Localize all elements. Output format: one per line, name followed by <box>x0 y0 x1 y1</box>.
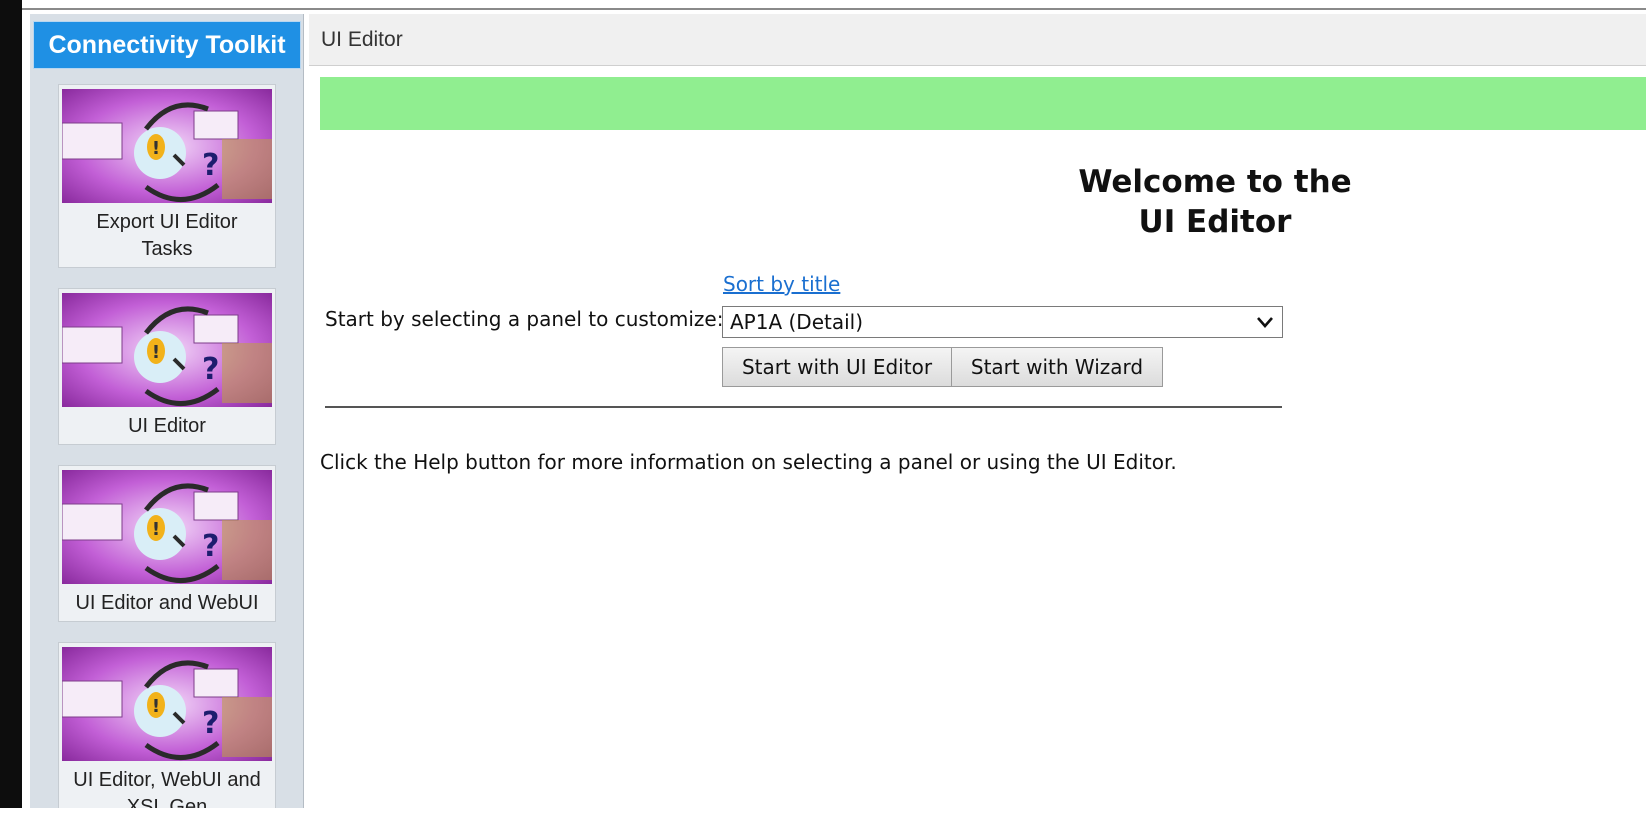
sidebar-item-label: Export UI Editor Tasks <box>96 211 238 260</box>
welcome-line-1: Welcome to the <box>1078 164 1352 200</box>
sidebar-item-label: UI Editor <box>128 415 206 437</box>
svg-text:!: ! <box>152 342 160 363</box>
sidebar: Connectivity Toolkit ! ? Export UI Edito… <box>30 14 304 808</box>
toolkit-thumbnail-icon: ! ? <box>62 89 272 203</box>
svg-text:?: ? <box>202 529 219 564</box>
panel-select-label: Start by selecting a panel to customize: <box>325 307 724 331</box>
start-with-ui-editor-button[interactable]: Start with UI Editor <box>722 347 952 387</box>
bottom-edge <box>0 808 1646 825</box>
window-top-border <box>22 8 1646 10</box>
svg-text:!: ! <box>152 519 160 540</box>
help-text: Click the Help button for more informati… <box>320 450 1177 474</box>
svg-text:?: ? <box>202 148 219 183</box>
sidebar-title: Connectivity Toolkit <box>33 21 301 69</box>
sidebar-item-ui-editor-and-webui[interactable]: ! ? UI Editor and WebUI <box>58 465 276 622</box>
sidebar-item-ui-editor[interactable]: ! ? UI Editor <box>58 288 276 445</box>
svg-text:?: ? <box>202 706 219 741</box>
toolkit-thumbnail-icon: ! ? <box>62 647 272 761</box>
divider <box>325 406 1282 408</box>
window-left-edge <box>0 0 22 825</box>
sidebar-item-export-ui-editor-tasks[interactable]: ! ? Export UI Editor Tasks <box>58 84 276 268</box>
page-title: UI Editor <box>309 14 1646 66</box>
svg-text:?: ? <box>202 352 219 387</box>
svg-text:!: ! <box>152 138 160 159</box>
sidebar-item-label: UI Editor, WebUI and XSL Gen <box>73 769 261 808</box>
panel-select-value: AP1A (Detail) <box>730 310 864 334</box>
welcome-line-2: UI Editor <box>1138 204 1292 240</box>
chevron-down-icon <box>1257 317 1273 328</box>
welcome-heading: Welcome to the UI Editor <box>960 162 1470 242</box>
toolkit-thumbnail-icon: ! ? <box>62 293 272 407</box>
sidebar-item-ui-editor-webui-xsl-gen[interactable]: ! ? UI Editor, WebUI and XSL Gen <box>58 642 276 808</box>
sort-by-title-link[interactable]: Sort by title <box>723 272 840 296</box>
start-with-wizard-button[interactable]: Start with Wizard <box>951 347 1163 387</box>
sidebar-item-label: UI Editor and WebUI <box>75 592 259 614</box>
toolkit-thumbnail-icon: ! ? <box>62 470 272 584</box>
panel-select[interactable]: AP1A (Detail) <box>722 306 1283 338</box>
svg-text:!: ! <box>152 696 160 717</box>
status-banner <box>320 77 1646 130</box>
